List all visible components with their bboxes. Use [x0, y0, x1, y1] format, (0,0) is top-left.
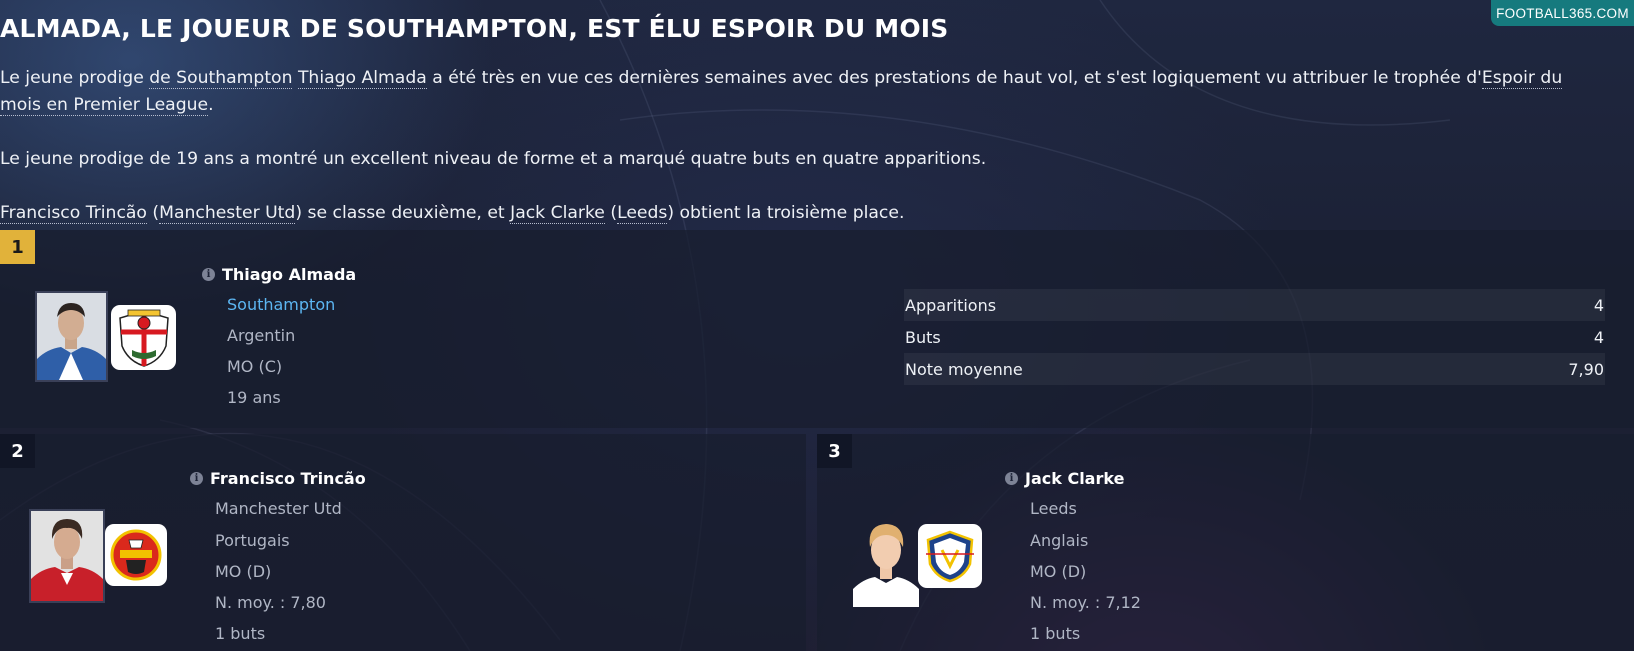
player-portrait-almada[interactable] — [35, 291, 108, 382]
club-link-manutd[interactable]: Manchester Utd — [159, 203, 296, 224]
manchester-united-crest-icon[interactable] — [105, 524, 167, 586]
player-portrait-clarke[interactable] — [853, 517, 919, 607]
player-age: 19 ans — [227, 388, 281, 407]
stat-value: 7,90 — [1568, 359, 1604, 379]
player-name-trincao[interactable]: i Francisco Trincão — [190, 469, 366, 488]
player-goals: 1 buts — [215, 624, 266, 643]
southampton-crest-icon[interactable] — [111, 305, 176, 370]
player-rating: N. moy. : 7,80 — [215, 593, 326, 612]
stat-row: Note moyenne 7,90 — [904, 353, 1605, 385]
watermark: FOOTBALL365.COM — [1491, 0, 1634, 26]
stat-row: Apparitions 4 — [904, 289, 1605, 321]
player-goals: 1 buts — [1030, 624, 1081, 643]
player-rating: N. moy. : 7,12 — [1030, 593, 1141, 612]
stat-label: Note moyenne — [905, 359, 1023, 379]
news-article: FOOTBALL365.COM ALMADA, LE JOUEUR DE SOU… — [0, 0, 1634, 651]
rank-badge-1: 1 — [0, 230, 35, 264]
info-icon[interactable]: i — [1005, 472, 1018, 485]
player-link-almada[interactable]: Thiago Almada — [297, 68, 427, 89]
player-name-almada[interactable]: i Thiago Almada — [202, 265, 356, 284]
intro-paragraph: Le jeune prodige de Southampton Thiago A… — [0, 68, 1563, 116]
player-club-link[interactable]: Southampton — [227, 295, 335, 314]
stat-value: 4 — [1593, 295, 1604, 315]
player-position: MO (D) — [215, 562, 272, 581]
runners-up-paragraph: Francisco Trincão (Manchester Utd) se cl… — [0, 203, 905, 224]
player-club[interactable]: Manchester Utd — [215, 499, 342, 518]
winner-stats-table: Apparitions 4 Buts 4 Note moyenne 7,90 — [904, 289, 1605, 385]
player-link-clarke[interactable]: Jack Clarke — [510, 203, 605, 224]
info-icon[interactable]: i — [190, 472, 203, 485]
player-position: MO (D) — [1030, 562, 1087, 581]
player-name-clarke[interactable]: i Jack Clarke — [1005, 469, 1124, 488]
stat-row: Buts 4 — [904, 321, 1605, 353]
player-position: MO (C) — [227, 357, 283, 376]
stat-label: Apparitions — [905, 295, 997, 315]
form-paragraph: Le jeune prodige de 19 ans a montré un e… — [0, 149, 987, 169]
player-portrait-trincao[interactable] — [29, 509, 105, 603]
club-link-leeds[interactable]: Leeds — [617, 203, 668, 224]
leeds-crest-icon[interactable] — [918, 524, 982, 588]
player-nationality: Argentin — [227, 326, 296, 345]
rank-badge-2: 2 — [0, 434, 35, 468]
player-nationality: Portugais — [215, 531, 290, 550]
rank-badge-3: 3 — [817, 434, 852, 468]
stat-label: Buts — [905, 327, 941, 347]
headline: ALMADA, LE JOUEUR DE SOUTHAMPTON, EST ÉL… — [0, 14, 949, 43]
stat-value: 4 — [1593, 327, 1604, 347]
player-link-trincao[interactable]: Francisco Trincão — [0, 203, 147, 224]
info-icon[interactable]: i — [202, 268, 215, 281]
player-nationality: Anglais — [1030, 531, 1089, 550]
club-link-southampton[interactable]: de Southampton — [149, 68, 293, 89]
player-club[interactable]: Leeds — [1030, 499, 1077, 518]
